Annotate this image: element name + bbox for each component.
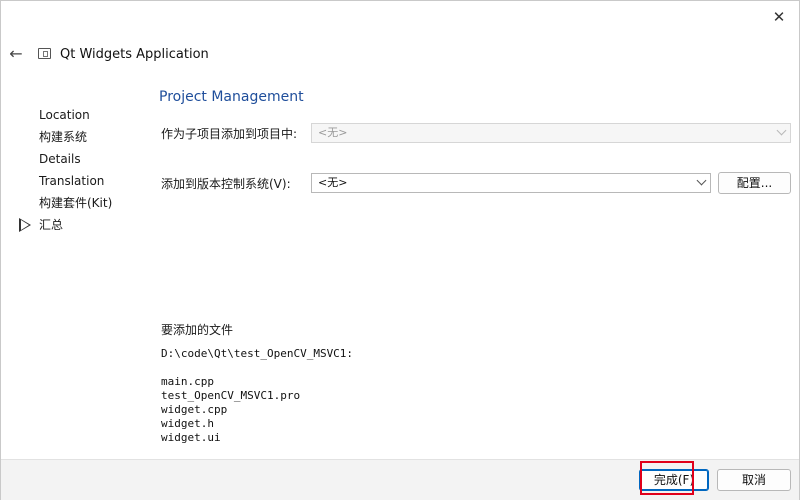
chevron-down-icon <box>776 125 787 136</box>
step-kit: 构建套件(Kit) <box>19 192 149 214</box>
file-item: widget.ui <box>161 431 221 444</box>
file-item: widget.cpp <box>161 403 228 416</box>
vcs-label: 添加到版本控制系统(V): <box>161 177 291 191</box>
step-location: Location <box>19 104 149 126</box>
vcs-value: <无> <box>318 176 348 189</box>
vcs-combo[interactable]: <无> <box>311 173 711 193</box>
wizard-window: ✕ ← Qt Widgets Application Location 构建系统… <box>0 0 800 500</box>
files-to-add-label: 要添加的文件 <box>161 323 234 337</box>
wizard-steps-sidebar: Location 构建系统 Details Translation 构建套件(K… <box>19 104 149 236</box>
step-translation: Translation <box>19 170 149 192</box>
back-button[interactable]: ← <box>7 43 25 63</box>
app-window-icon <box>38 48 51 59</box>
close-button[interactable]: ✕ <box>767 5 791 29</box>
step-label: Details <box>39 152 81 166</box>
step-label: 汇总 <box>39 218 64 232</box>
file-item: main.cpp <box>161 375 214 388</box>
page-title: Project Management <box>159 89 304 105</box>
close-icon: ✕ <box>772 8 786 26</box>
chevron-down-icon <box>696 175 707 186</box>
finish-button[interactable]: 完成(F) <box>639 469 709 491</box>
step-details: Details <box>19 148 149 170</box>
file-item: widget.h <box>161 417 214 430</box>
vcs-config-button[interactable]: 配置... <box>718 172 791 194</box>
step-label: Location <box>39 108 90 122</box>
step-label: Translation <box>39 174 105 188</box>
step-summary-current: 汇总 <box>19 214 149 236</box>
current-step-marker-icon <box>19 218 31 232</box>
files-path: D:\code\Qt\test_OpenCV_MSVC1: <box>161 347 354 360</box>
file-item: test_OpenCV_MSVC1.pro <box>161 389 301 402</box>
cancel-button[interactable]: 取消 <box>717 469 791 491</box>
subproject-combo[interactable]: <无> <box>311 123 791 143</box>
step-build-system: 构建系统 <box>19 126 149 148</box>
subproject-label: 作为子项目添加到项目中: <box>161 127 298 141</box>
window-title: Qt Widgets Application <box>60 47 209 62</box>
back-arrow-icon: ← <box>9 43 23 63</box>
button-bar: 完成(F) 取消 <box>1 459 799 500</box>
step-label: 构建系统 <box>39 130 88 144</box>
subproject-value: <无> <box>318 126 348 139</box>
files-list: D:\code\Qt\test_OpenCV_MSVC1: main.cpp tes… <box>161 347 353 445</box>
step-label: 构建套件(Kit) <box>39 196 113 210</box>
